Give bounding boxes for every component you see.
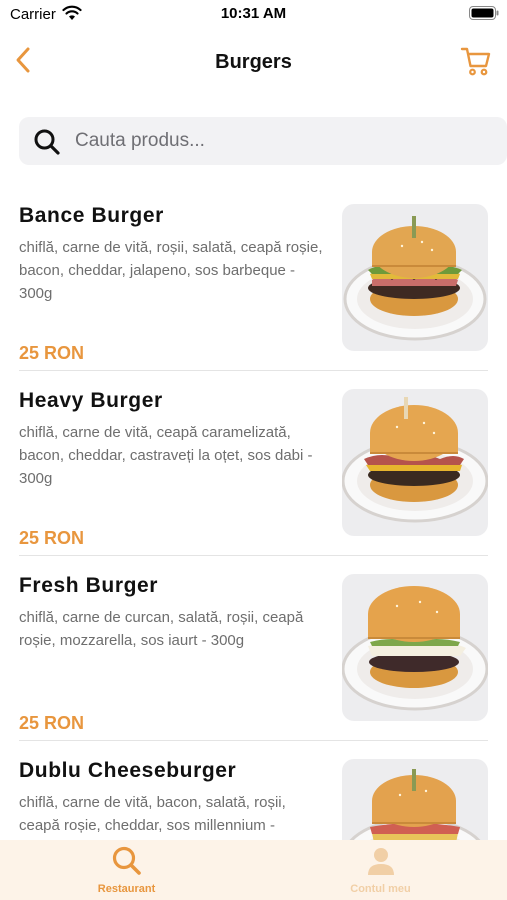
search-input[interactable] bbox=[75, 117, 495, 165]
burger-image bbox=[342, 574, 488, 721]
search-icon bbox=[33, 128, 61, 156]
product-description: chiflă, carne de vită, roșii, salată, ce… bbox=[19, 239, 323, 302]
product-description: chiflă, carne de vită, bacon, salată, ro… bbox=[19, 794, 286, 834]
product-item[interactable]: Fresh Burger chiflă, carne de curcan, sa… bbox=[0, 560, 507, 745]
divider bbox=[19, 555, 488, 556]
product-description: chiflă, carne de vită, ceapă caramelizat… bbox=[19, 424, 313, 487]
tab-account[interactable]: Contul meu bbox=[254, 840, 507, 900]
page-title: Burgers bbox=[215, 51, 292, 73]
back-button[interactable] bbox=[8, 44, 38, 80]
product-price: 25 RON bbox=[19, 528, 85, 548]
product-name: Bance Burger bbox=[19, 204, 164, 227]
status-bar: Carrier 10:31 AM bbox=[0, 0, 507, 30]
cart-icon bbox=[460, 45, 492, 82]
product-item[interactable]: Bance Burger chiflă, carne de vită, roși… bbox=[0, 190, 507, 375]
status-time: 10:31 AM bbox=[220, 5, 287, 22]
user-icon bbox=[365, 845, 397, 877]
nav-bar: Burgers bbox=[0, 40, 507, 86]
product-price: 25 RON bbox=[19, 713, 85, 733]
search-icon bbox=[111, 845, 143, 877]
product-name: Dublu Cheeseburger bbox=[19, 759, 237, 782]
chevron-left-icon bbox=[13, 45, 33, 80]
search-box bbox=[19, 117, 507, 165]
product-price: 25 RON bbox=[19, 343, 85, 363]
divider bbox=[19, 740, 488, 741]
tab-bar: Restaurant Contul meu bbox=[0, 840, 507, 900]
divider bbox=[19, 370, 488, 371]
burger-image bbox=[342, 204, 488, 351]
product-item[interactable]: Heavy Burger chiflă, carne de vită, ceap… bbox=[0, 375, 507, 560]
cart-button[interactable] bbox=[459, 46, 493, 80]
tab-label: Restaurant bbox=[97, 883, 156, 895]
tab-restaurant[interactable]: Restaurant bbox=[0, 840, 253, 900]
tab-label: Contul meu bbox=[350, 883, 411, 895]
product-name: Heavy Burger bbox=[19, 389, 163, 412]
product-list: Bance Burger chiflă, carne de vită, roși… bbox=[0, 190, 507, 900]
burger-image bbox=[342, 389, 488, 536]
product-description: chiflă, carne de curcan, salată, roșii, … bbox=[19, 609, 304, 649]
product-name: Fresh Burger bbox=[19, 574, 159, 597]
battery-icon bbox=[469, 6, 499, 20]
